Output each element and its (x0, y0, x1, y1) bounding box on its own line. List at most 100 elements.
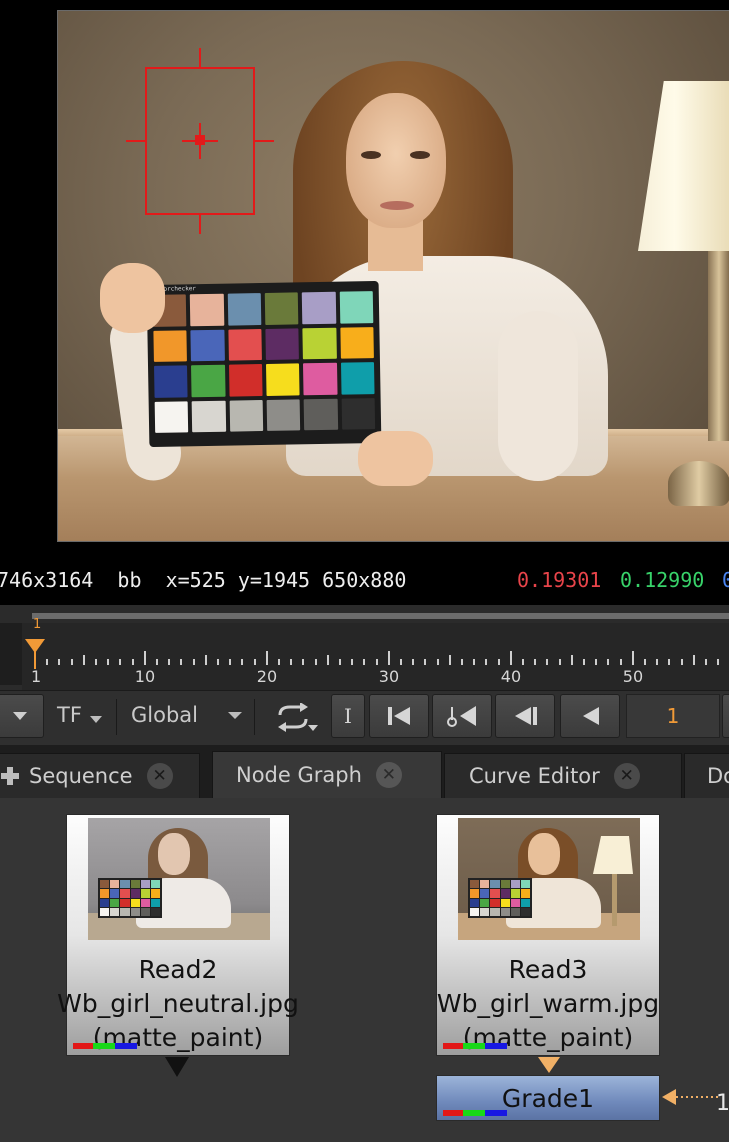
thumb-swatch (130, 907, 140, 916)
thumb-swatch (110, 889, 120, 898)
step-back-button[interactable] (495, 694, 555, 738)
timeline-tick (156, 659, 158, 665)
output-arrow-icon[interactable] (165, 1057, 189, 1077)
timeline-tick (168, 659, 171, 665)
checker-swatch (154, 400, 189, 433)
timeline-ruler[interactable]: 1 1 10 20 30 40 50 (22, 617, 729, 690)
connection-arrow-icon[interactable] (538, 1057, 560, 1073)
thumb-swatch (140, 907, 150, 916)
global-dropdown-icon[interactable] (228, 712, 242, 720)
checker-swatch (228, 364, 263, 397)
timeline-tick (436, 659, 439, 665)
next-button[interactable] (722, 694, 729, 738)
thumb-swatch (480, 880, 490, 889)
blue-channel-icon (485, 1043, 507, 1049)
green-channel-icon (93, 1043, 115, 1049)
go-to-start-button[interactable] (369, 694, 429, 738)
timeline-tick (339, 659, 341, 665)
thumb-swatch (110, 880, 120, 889)
thumb-swatch (520, 898, 530, 907)
thumb-swatch (110, 907, 120, 916)
thumb-swatch (100, 889, 110, 898)
checker-swatch (339, 291, 374, 324)
timeline-tick (363, 659, 366, 665)
red-channel-icon (73, 1043, 93, 1049)
timeline-tick (461, 659, 463, 665)
close-icon[interactable]: ✕ (146, 763, 173, 789)
timeline-left-gutter (0, 623, 22, 685)
node-graph-canvas[interactable]: Read2 Wb_girl_neutral.jpg (matte_paint) … (0, 798, 729, 1142)
in-point-button[interactable]: I (331, 694, 365, 738)
timeline-tick (546, 659, 549, 665)
timeline-tick (497, 659, 500, 665)
frame-input[interactable]: 1 (626, 694, 720, 738)
checker-swatch (191, 400, 226, 433)
node-grade1[interactable]: Grade1 (436, 1075, 660, 1121)
thumb-swatch (470, 889, 480, 898)
checker-swatch (190, 293, 224, 326)
timeline-tick (290, 659, 293, 665)
timeline-tick-label: 10 (134, 667, 156, 686)
lamp-shade (638, 81, 729, 251)
close-icon[interactable]: ✕ (613, 763, 640, 789)
green-channel-icon (463, 1110, 485, 1116)
timeline-range-bar[interactable] (32, 613, 729, 619)
timeline-tick (644, 659, 646, 665)
dropdown-button[interactable] (0, 694, 44, 738)
node-title: Read3 (508, 955, 588, 984)
playhead-frame-label: 1 (33, 617, 42, 632)
thumb-lamp (593, 836, 633, 874)
color-checker-card: colorchecker (146, 280, 382, 448)
timeline-tick (607, 659, 610, 665)
tab-sequence[interactable]: Sequence ✕ (0, 753, 200, 798)
timeline-tick (217, 659, 219, 665)
tab-dope-sheet[interactable]: Do (684, 753, 729, 798)
timeline-tick (656, 659, 659, 665)
right-hand (358, 431, 433, 486)
viewer-panel[interactable]: colorchecker (0, 0, 729, 555)
timeline-tick (412, 659, 415, 665)
thumb-swatch (150, 889, 160, 898)
thumb-swatch (490, 880, 500, 889)
timeline-tick (265, 651, 268, 665)
thumb-swatch (140, 898, 150, 907)
previous-keyframe-button[interactable] (432, 694, 492, 738)
thumb-face (528, 833, 560, 875)
tab-curve-editor[interactable]: Curve Editor ✕ (444, 753, 682, 798)
checker-swatch (153, 329, 188, 362)
timeline-tick (326, 655, 329, 665)
timeline-tick (448, 655, 451, 665)
timeline-tick (668, 659, 671, 665)
playhead-icon[interactable] (25, 639, 45, 653)
timeline[interactable]: 1 1 10 20 30 40 50 (0, 605, 729, 690)
lips (380, 201, 414, 210)
node-read2[interactable]: Read2 Wb_girl_neutral.jpg (matte_paint) (57, 814, 299, 1056)
play-backward-button[interactable] (560, 694, 620, 738)
global-label[interactable]: Global (131, 703, 198, 727)
thumb-swatch (100, 880, 110, 889)
timeline-tick (107, 659, 110, 665)
timeline-tick (131, 659, 134, 665)
thumb-checker (98, 878, 162, 918)
checker-swatch (227, 293, 262, 326)
node-layer: (matte_paint) (462, 1023, 634, 1052)
thumb-swatch (510, 907, 520, 916)
checker-swatch (266, 398, 301, 431)
timeline-tick (473, 659, 476, 665)
blue-value: 0 (722, 568, 729, 592)
node-read3[interactable]: Read3 Wb_girl_warm.jpg (matte_paint) (436, 814, 660, 1056)
tf-label[interactable]: TF (57, 703, 82, 727)
tab-node-graph[interactable]: Node Graph ✕ (212, 751, 442, 798)
step-back-icon (515, 707, 537, 725)
thumb-swatch (510, 880, 520, 889)
right-arm (498, 311, 578, 481)
timeline-tick (58, 659, 61, 665)
green-channel-icon (463, 1043, 485, 1049)
loop-icon[interactable] (276, 703, 320, 733)
timeline-tick (229, 659, 232, 665)
close-icon[interactable]: ✕ (375, 762, 402, 788)
tf-dropdown-icon[interactable] (90, 716, 102, 724)
mask-input-arrow-icon[interactable] (662, 1088, 720, 1106)
checker-swatch (190, 329, 225, 362)
crosshair-center-icon[interactable] (195, 135, 205, 145)
